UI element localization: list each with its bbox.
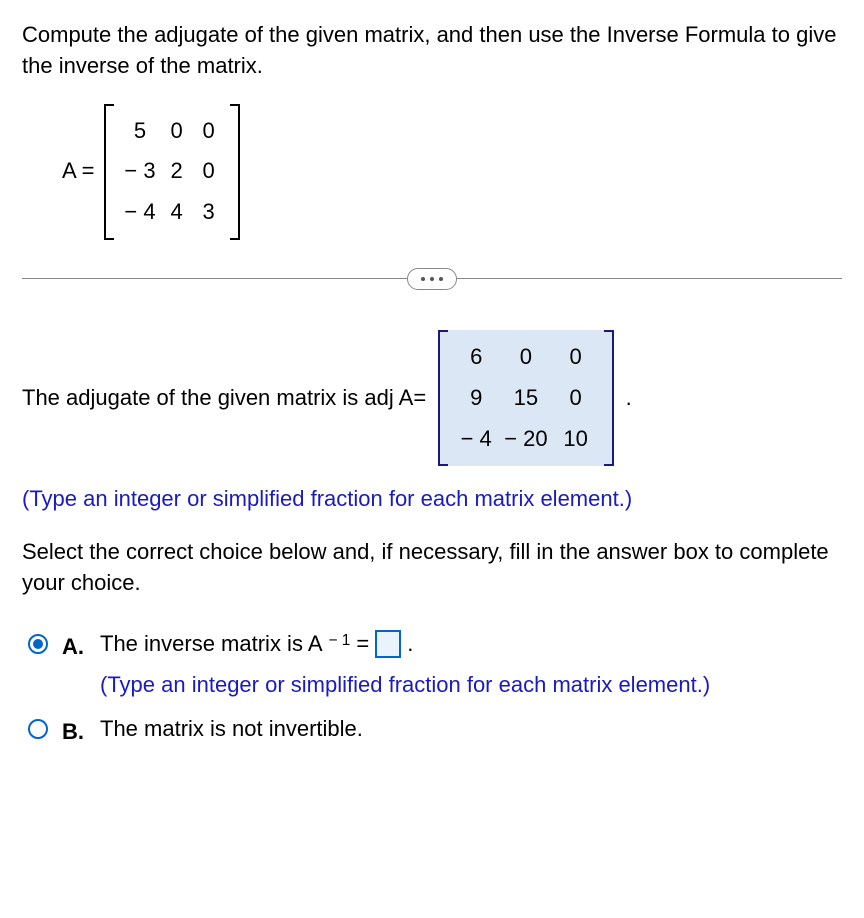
adjugate-cell: − 20 <box>504 424 547 455</box>
adjugate-cell: 9 <box>458 383 494 414</box>
choice-a-text1: The inverse matrix is A <box>100 629 323 660</box>
adjugate-cell: 6 <box>458 342 494 373</box>
superscript-neg-one: − 1 <box>329 630 351 652</box>
choice-a-trail: . <box>407 629 413 660</box>
radio-choice-b[interactable] <box>28 719 48 739</box>
select-instruction: Select the correct choice below and, if … <box>22 537 842 599</box>
adjugate-cell: 0 <box>504 342 547 373</box>
adjugate-trail: . <box>626 383 632 414</box>
choice-a-hint: (Type an integer or simplified fraction … <box>100 670 842 701</box>
choice-a-equals: = <box>356 629 369 660</box>
adjugate-statement: The adjugate of the given matrix is adj … <box>22 330 842 466</box>
choice-b: B. The matrix is not invertible. <box>28 714 842 748</box>
adjugate-cell: 15 <box>504 383 547 414</box>
matrix-a-label: A = <box>62 156 94 187</box>
adjugate-cell: 10 <box>558 424 594 455</box>
matrix-a-cell: 0 <box>198 156 220 187</box>
adjugate-matrix[interactable]: 6 0 0 9 15 0 − 4 − 20 10 <box>438 330 613 466</box>
section-divider <box>22 268 842 290</box>
choice-a-label: A. <box>62 632 86 663</box>
choice-a: A. The inverse matrix is A − 1 = . (Type … <box>28 629 842 701</box>
expand-handle-icon[interactable] <box>407 268 457 290</box>
matrix-a-cell: 4 <box>166 197 188 228</box>
matrix-a-cell: 0 <box>198 116 220 147</box>
matrix-a-cell: 0 <box>166 116 188 147</box>
radio-choice-a[interactable] <box>28 634 48 654</box>
adjugate-cell: − 4 <box>458 424 494 455</box>
matrix-a-cell: 2 <box>166 156 188 187</box>
matrix-a-definition: A = 5 0 0 − 3 2 0 − 4 4 3 <box>62 104 842 240</box>
matrix-a-cell: 5 <box>124 116 155 147</box>
question-prompt: Compute the adjugate of the given matrix… <box>22 20 842 82</box>
choice-b-text: The matrix is not invertible. <box>100 716 363 741</box>
adjugate-cell: 0 <box>558 342 594 373</box>
matrix-a: 5 0 0 − 3 2 0 − 4 4 3 <box>104 104 239 240</box>
adjugate-cell: 0 <box>558 383 594 414</box>
adjugate-lead-text: The adjugate of the given matrix is adj … <box>22 383 426 414</box>
adjugate-hint: (Type an integer or simplified fraction … <box>22 484 842 515</box>
matrix-a-cell: − 4 <box>124 197 155 228</box>
choice-b-label: B. <box>62 717 86 748</box>
matrix-a-cell: − 3 <box>124 156 155 187</box>
matrix-a-cell: 3 <box>198 197 220 228</box>
inverse-answer-input[interactable] <box>375 630 401 658</box>
